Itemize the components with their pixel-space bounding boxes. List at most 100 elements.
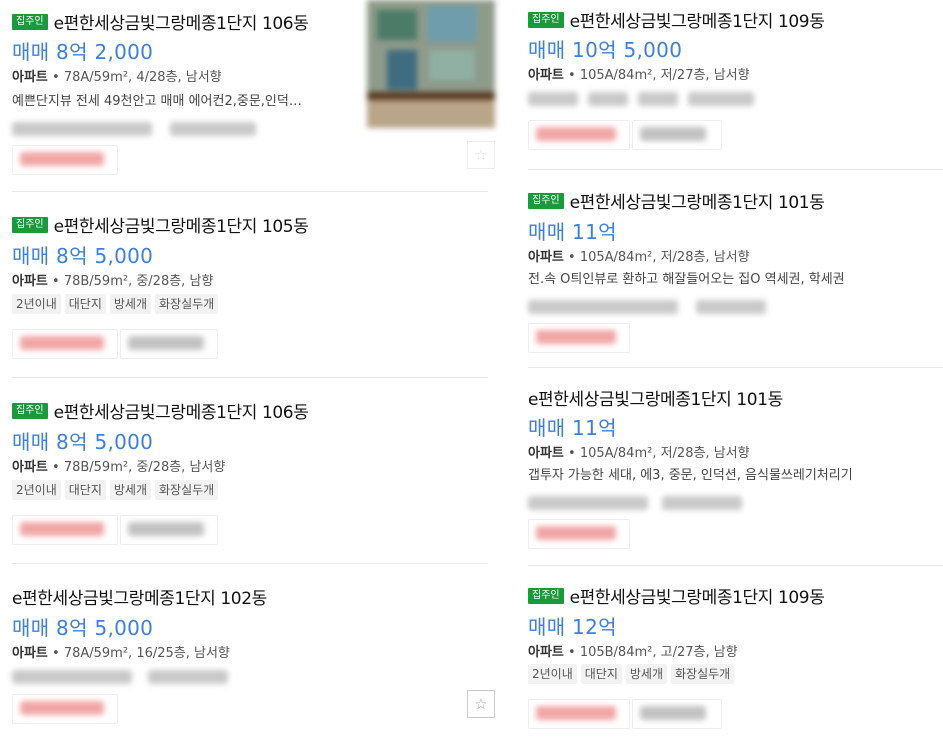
listing-title-row: 집주인 e편한세상금빛그랑메종1단지 109동: [528, 7, 825, 32]
listing-spec: 아파트 • 105A/84m², 저/27층, 남서향: [528, 64, 750, 83]
redacted-label: [128, 336, 204, 350]
tag: 방세개: [109, 480, 152, 500]
spec-detail: • 105B/84m², 고/27층, 남향: [563, 645, 738, 660]
listing-title[interactable]: e편한세상금빛그랑메종1단지 102동: [12, 584, 267, 609]
redacted-label: [640, 127, 706, 141]
property-type: 아파트: [528, 68, 564, 83]
redacted-label: [536, 330, 616, 344]
listing-spec: 아파트 • 78A/59m², 4/28층, 남서향: [12, 66, 222, 85]
redacted-agent-info: [688, 92, 754, 106]
listing-title-row: 집주인 e편한세상금빛그랑메종1단지 101동: [528, 188, 825, 213]
redacted-agent-info: [528, 92, 578, 106]
tag: 대단지: [64, 294, 106, 314]
redacted-label: [536, 526, 616, 540]
property-type: 아파트: [12, 460, 48, 475]
redacted-label: [536, 127, 616, 141]
spec-detail: • 105A/84m², 저/28층, 남서향: [563, 250, 750, 265]
spec-detail: • 105A/84m², 저/27층, 남서향: [563, 68, 750, 83]
tag: 대단지: [580, 664, 622, 684]
spec-detail: • 78B/59m², 중/28층, 남향: [47, 274, 214, 289]
redacted-agent-info: [12, 670, 132, 684]
listing-card[interactable]: e편한세상금빛그랑메종1단지 102동 매매 8억 5,000 아파트 • 78…: [12, 564, 495, 738]
redacted-agent-info: [528, 300, 678, 314]
listing-spec: 아파트 • 78B/59m², 중/28층, 남향: [12, 270, 213, 289]
redacted-label: [128, 522, 204, 536]
property-type: 아파트: [528, 645, 564, 660]
listing-column-left: 집주인 e편한세상금빛그랑메종1단지 106동 매매 8억 2,000 아파트 …: [12, 0, 495, 738]
spec-detail: • 78B/59m², 중/28층, 남서향: [47, 460, 226, 475]
redacted-agent-info: [662, 496, 742, 510]
listing-card[interactable]: 집주인 e편한세상금빛그랑메종1단지 105동 매매 8억 5,000 아파트 …: [12, 192, 488, 378]
listing-card[interactable]: 집주인 e편한세상금빛그랑메종1단지 101동 매매 11억 아파트 • 105…: [528, 170, 943, 368]
listing-title-row: e편한세상금빛그랑메종1단지 101동: [528, 385, 783, 410]
redacted-label: [20, 152, 104, 166]
listing-spec: 아파트 • 78B/59m², 중/28층, 남서향: [12, 456, 225, 475]
owner-badge: 집주인: [528, 587, 564, 604]
spec-detail: • 105A/84m², 저/28층, 남서향: [563, 446, 750, 461]
redacted-agent-info: [588, 92, 628, 106]
listing-title[interactable]: e편한세상금빛그랑메종1단지 109동: [570, 583, 825, 608]
listing-spec: 아파트 • 105B/84m², 고/27층, 남향: [528, 641, 738, 660]
redacted-agent-info: [170, 122, 256, 136]
tag: 방세개: [109, 294, 152, 314]
tag: 2년이내: [528, 664, 577, 684]
redacted-label: [640, 706, 706, 720]
owner-badge: 집주인: [528, 192, 564, 209]
listing-description: 예쁜단지뷰 전세 49천안고 매매 에어컨2,중문,인덕…: [12, 94, 302, 109]
owner-badge: 집주인: [12, 216, 48, 233]
redacted-agent-info: [638, 92, 678, 106]
listing-price: 매매 8억 5,000: [12, 430, 154, 454]
listing-title[interactable]: e편한세상금빛그랑메종1단지 109동: [570, 7, 825, 32]
tag: 대단지: [64, 480, 106, 500]
redacted-label: [20, 336, 104, 350]
listing-price: 매매 10억 5,000: [528, 38, 683, 62]
listing-title[interactable]: e편한세상금빛그랑메종1단지 106동: [54, 398, 309, 423]
property-type: 아파트: [12, 70, 48, 85]
favorite-star-icon[interactable]: ☆: [467, 141, 495, 169]
owner-badge: 집주인: [12, 402, 48, 419]
owner-badge: 집주인: [12, 13, 48, 30]
owner-badge: 집주인: [528, 11, 564, 28]
listing-price: 매매 8억 2,000: [12, 40, 154, 64]
listing-card[interactable]: 집주인 e편한세상금빛그랑메종1단지 109동 매매 10억 5,000 아파트…: [528, 0, 943, 170]
listing-spec: 아파트 • 105A/84m², 저/28층, 남서향: [528, 442, 750, 461]
listing-price: 매매 8억 5,000: [12, 616, 154, 640]
listing-price: 매매 12억: [528, 615, 617, 639]
listing-title-row: 집주인 e편한세상금빛그랑메종1단지 109동: [528, 583, 825, 608]
tag-list: 2년이내 대단지 방세개 화장실두개: [12, 480, 219, 500]
tag: 2년이내: [12, 480, 61, 500]
favorite-star-icon[interactable]: ☆: [467, 690, 495, 718]
redacted-label: [536, 706, 616, 720]
listing-description: 갭투자 가능한 세대, 에3, 중문, 인덕션, 음식물쓰레기처리기: [528, 468, 853, 483]
property-type: 아파트: [12, 646, 48, 661]
spec-detail: • 78A/59m², 16/25층, 남서향: [47, 646, 230, 661]
listing-card[interactable]: 집주인 e편한세상금빛그랑메종1단지 106동 매매 8억 5,000 아파트 …: [12, 378, 488, 564]
listing-card[interactable]: 집주인 e편한세상금빛그랑메종1단지 106동 매매 8억 2,000 아파트 …: [12, 0, 495, 192]
redacted-agent-info: [148, 670, 228, 684]
listing-card[interactable]: 집주인 e편한세상금빛그랑메종1단지 109동 매매 12억 아파트 • 105…: [528, 566, 943, 738]
tag-list: 2년이내 대단지 방세개 화장실두개: [12, 294, 219, 314]
listing-card[interactable]: e편한세상금빛그랑메종1단지 101동 매매 11억 아파트 • 105A/84…: [528, 368, 943, 566]
tag-list: 2년이내 대단지 방세개 화장실두개: [528, 664, 735, 684]
listing-column-right: 집주인 e편한세상금빛그랑메종1단지 109동 매매 10억 5,000 아파트…: [528, 0, 943, 738]
listing-title[interactable]: e편한세상금빛그랑메종1단지 101동: [570, 188, 825, 213]
listing-spec: 아파트 • 78A/59m², 16/25층, 남서향: [12, 642, 230, 661]
listing-title-row: e편한세상금빛그랑메종1단지 102동: [12, 584, 267, 609]
listing-thumbnail[interactable]: [367, 0, 495, 128]
listing-title[interactable]: e편한세상금빛그랑메종1단지 106동: [54, 9, 309, 34]
redacted-agent-info: [12, 122, 152, 136]
listing-title-row: 집주인 e편한세상금빛그랑메종1단지 106동: [12, 398, 309, 423]
listing-price: 매매 8억 5,000: [12, 244, 154, 268]
listing-title[interactable]: e편한세상금빛그랑메종1단지 101동: [528, 385, 783, 410]
redacted-label: [20, 522, 104, 536]
listing-description: 전.속 O틔인뷰로 환하고 해잘들어오는 집O 역세권, 학세권: [528, 272, 845, 287]
tag: 화장실두개: [155, 294, 219, 314]
listing-title-row: 집주인 e편한세상금빛그랑메종1단지 106동: [12, 9, 309, 34]
listing-price: 매매 11억: [528, 220, 617, 244]
tag: 방세개: [625, 664, 668, 684]
listing-price: 매매 11억: [528, 416, 617, 440]
listing-title[interactable]: e편한세상금빛그랑메종1단지 105동: [54, 212, 309, 237]
listing-title-row: 집주인 e편한세상금빛그랑메종1단지 105동: [12, 212, 309, 237]
redacted-agent-info: [696, 300, 766, 314]
listing-spec: 아파트 • 105A/84m², 저/28층, 남서향: [528, 246, 750, 265]
